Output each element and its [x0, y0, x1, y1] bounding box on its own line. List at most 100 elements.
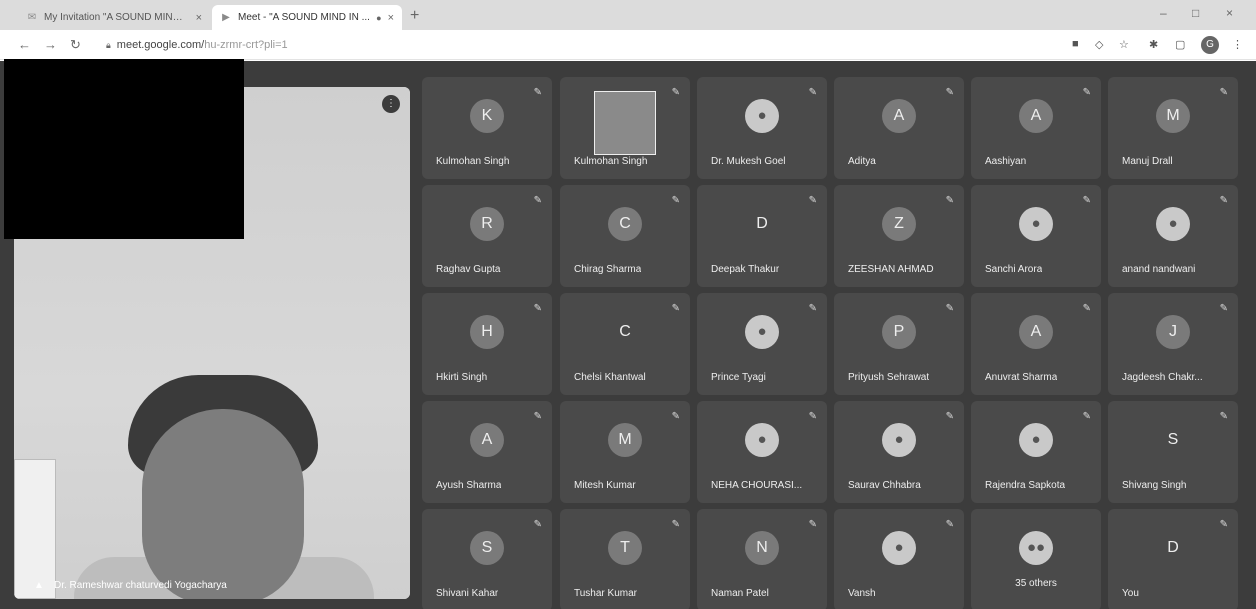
participant-photo: ●: [745, 423, 779, 457]
close-tab-icon[interactable]: ×: [388, 12, 394, 24]
mic-off-icon: ✎: [945, 87, 954, 98]
participant-avatar: S: [470, 531, 504, 565]
reload-icon[interactable]: ↻: [70, 37, 81, 53]
participant-avatar: M: [608, 423, 642, 457]
mic-off-icon: ✎: [1219, 195, 1228, 206]
participant-tile[interactable]: ● ✎ Vansh: [834, 509, 964, 609]
participant-tile[interactable]: A ✎ Aditya: [834, 77, 964, 179]
participant-avatar: A: [1019, 99, 1053, 133]
participant-avatar: A: [1019, 315, 1053, 349]
participant-name: Prince Tyagi: [711, 372, 766, 383]
mic-off-icon: ✎: [533, 303, 542, 314]
participant-avatar: Z: [882, 207, 916, 241]
participant-tile[interactable]: A ✎ Aashiyan: [971, 77, 1101, 179]
participant-name: Manuj Drall: [1122, 156, 1173, 167]
participant-tile[interactable]: ● ✎ Prince Tyagi: [697, 293, 827, 395]
participant-tile[interactable]: ● ✎ Dr. Mukesh Goel: [697, 77, 827, 179]
participant-tile[interactable]: R ✎ Raghav Gupta: [422, 185, 552, 287]
participant-tile[interactable]: A ✎ Anuvrat Sharma: [971, 293, 1101, 395]
participant-tile[interactable]: ✎ Kulmohan Singh: [560, 77, 690, 179]
mic-off-icon: ✎: [671, 195, 680, 206]
others-avatar-group: ●●: [1019, 531, 1053, 565]
video-background-object: [14, 459, 56, 599]
participant-tile[interactable]: C ✎ Chelsi Khantwal: [560, 293, 690, 395]
mic-off-icon: ✎: [1219, 87, 1228, 98]
participant-tile[interactable]: Z ✎ ZEESHAN AHMAD: [834, 185, 964, 287]
tab-title: My Invitation "A SOUND MIND IN ...: [44, 12, 190, 23]
back-icon[interactable]: ←: [18, 37, 31, 52]
participant-tile[interactable]: M ✎ Mitesh Kumar: [560, 401, 690, 503]
url-field[interactable]: 🔒︎ meet.google.com/ hu-zrmr-crt?pli=1: [96, 34, 1116, 56]
participant-tile[interactable]: A ✎ Ayush Sharma: [422, 401, 552, 503]
speaker-video: [128, 375, 318, 599]
participant-tile[interactable]: M ✎ Manuj Drall: [1108, 77, 1238, 179]
participant-tile[interactable]: S ✎ Shivang Singh: [1108, 401, 1238, 503]
minimize-icon[interactable]: –: [1160, 6, 1167, 20]
menu-icon[interactable]: ⋮: [1232, 38, 1243, 51]
participant-photo: ●: [745, 315, 779, 349]
participant-avatar: R: [470, 207, 504, 241]
participant-tile[interactable]: N ✎ Naman Patel: [697, 509, 827, 609]
participant-tile[interactable]: ●● 35 others: [971, 509, 1101, 609]
participant-video: [594, 91, 656, 155]
participant-avatar: C: [608, 207, 642, 241]
address-bar: ← → ↻ 🔒︎ meet.google.com/ hu-zrmr-crt?pl…: [0, 30, 1256, 60]
forward-icon[interactable]: →: [44, 37, 57, 52]
participant-name: Prityush Sehrawat: [848, 372, 930, 383]
camera-icon[interactable]: ■: [1072, 38, 1079, 50]
participant-name: Aashiyan: [985, 156, 1027, 167]
participant-name: Shivang Singh: [1122, 480, 1187, 491]
participant-name: Naman Patel: [711, 588, 769, 599]
participant-avatar: M: [1156, 99, 1190, 133]
participant-tile[interactable]: S ✎ Shivani Kahar: [422, 509, 552, 609]
mic-off-icon: ✎: [1082, 87, 1091, 98]
participant-tile[interactable]: ● ✎ NEHA CHOURASI...: [697, 401, 827, 503]
participant-tile[interactable]: ● ✎ Rajendra Sapkota: [971, 401, 1101, 503]
participant-name: Deepak Thakur: [711, 264, 780, 275]
participant-tile[interactable]: T ✎ Tushar Kumar: [560, 509, 690, 609]
participant-name: Tushar Kumar: [574, 588, 637, 599]
participant-photo: ●: [1019, 207, 1053, 241]
participant-tile[interactable]: D ✎ You: [1108, 509, 1238, 609]
participant-tile[interactable]: ● ✎ Sanchi Arora: [971, 185, 1101, 287]
participant-name: Mitesh Kumar: [574, 480, 636, 491]
participant-tile[interactable]: ● ✎ Saurav Chhabra: [834, 401, 964, 503]
participant-tile[interactable]: C ✎ Chirag Sharma: [560, 185, 690, 287]
participant-tile[interactable]: P ✎ Prityush Sehrawat: [834, 293, 964, 395]
mic-off-icon: ✎: [671, 411, 680, 422]
participant-name: Chirag Sharma: [574, 264, 642, 275]
url-path: hu-zrmr-crt?pli=1: [204, 39, 288, 51]
close-window-icon[interactable]: ×: [1226, 6, 1233, 20]
redaction-box: [4, 59, 244, 239]
participant-tile[interactable]: ● ✎ anand nandwani: [1108, 185, 1238, 287]
mic-off-icon: ✎: [945, 195, 954, 206]
star-icon[interactable]: ☆: [1119, 38, 1129, 51]
sidepanel-icon[interactable]: ▢: [1175, 38, 1185, 51]
maximize-icon[interactable]: □: [1192, 6, 1199, 20]
participant-name: Jagdeesh Chakr...: [1122, 372, 1203, 383]
participant-tile[interactable]: H ✎ Hkirti Singh: [422, 293, 552, 395]
participant-name: Chelsi Khantwal: [574, 372, 646, 383]
tab-meet[interactable]: ▶ Meet - "A SOUND MIND IN ... ● ×: [212, 5, 402, 30]
mic-off-icon: ✎: [1082, 303, 1091, 314]
participant-tile[interactable]: K ✎ Kulmohan Singh: [422, 77, 552, 179]
participant-tile[interactable]: D ✎ Deepak Thakur: [697, 185, 827, 287]
browser-window: ✉ My Invitation "A SOUND MIND IN ... × ▶…: [0, 0, 1256, 609]
puzzle-icon[interactable]: ✱: [1149, 38, 1158, 51]
close-tab-icon[interactable]: ×: [196, 12, 202, 24]
mic-off-icon: ✎: [1219, 519, 1228, 530]
extension-icon[interactable]: ◇: [1095, 38, 1103, 51]
pin-icon: ▲: [34, 580, 44, 591]
mic-off-icon: ✎: [1082, 411, 1091, 422]
participant-tile[interactable]: J ✎ Jagdeesh Chakr...: [1108, 293, 1238, 395]
participant-avatar: H: [470, 315, 504, 349]
profile-avatar[interactable]: G: [1201, 36, 1219, 54]
tab-invitation[interactable]: ✉ My Invitation "A SOUND MIND IN ... ×: [18, 5, 210, 30]
audio-level-icon[interactable]: ⋮: [382, 95, 400, 113]
participant-avatar: J: [1156, 315, 1190, 349]
participant-name: Dr. Mukesh Goel: [711, 156, 786, 167]
mic-off-icon: ✎: [1082, 195, 1091, 206]
participant-photo: ●: [882, 531, 916, 565]
new-tab-button[interactable]: +: [410, 7, 419, 25]
url-host: meet.google.com/: [116, 39, 205, 51]
